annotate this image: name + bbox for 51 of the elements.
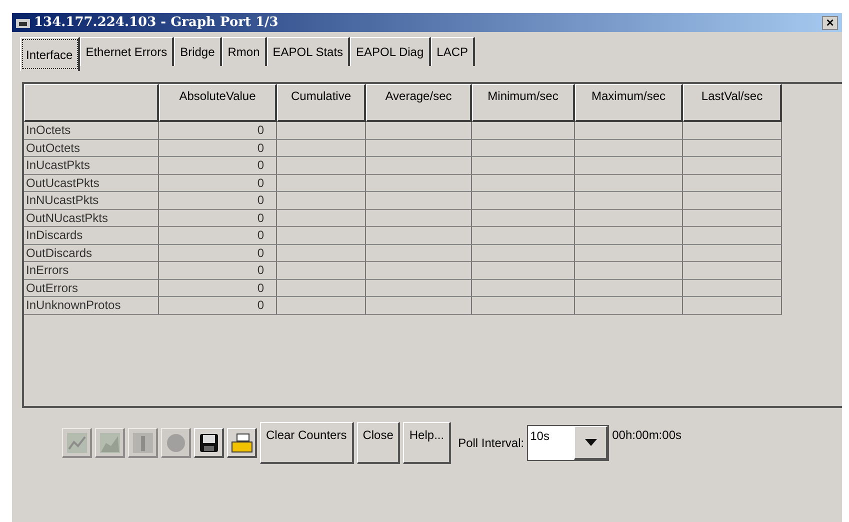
row-label: InNUcastPkts <box>24 192 159 210</box>
row-label: InDiscards <box>24 227 159 244</box>
printer-icon <box>230 432 254 454</box>
toolbar-button[interactable] <box>227 428 257 458</box>
elapsed-time: 00h:00m:00s <box>612 427 682 442</box>
table-cell: 0 <box>159 227 277 244</box>
close-button[interactable]: × <box>822 16 838 30</box>
table-cell: 0 <box>159 280 277 297</box>
tab[interactable]: EAPOL Stats <box>266 37 350 66</box>
column-header[interactable]: Minimum/sec <box>472 84 575 122</box>
tab[interactable]: LACP <box>430 37 475 66</box>
tab[interactable]: Ethernet Errors <box>80 37 174 66</box>
row-label: OutUcastPkts <box>24 174 159 192</box>
poll-interval-dropdown[interactable]: 10s <box>527 425 610 461</box>
row-label: InErrors <box>24 262 159 280</box>
dialog-button[interactable]: Clear Counters <box>260 422 354 464</box>
poll-interval-label: Poll Interval: <box>458 436 524 450</box>
column-header[interactable]: Cumulative <box>277 84 366 122</box>
row-label: OutErrors <box>24 280 159 297</box>
row-label: OutNUcastPkts <box>24 210 159 227</box>
column-header[interactable]: Average/sec <box>366 84 472 122</box>
table-cell: 0 <box>159 244 277 262</box>
table-cell: 0 <box>159 140 277 157</box>
dialog-button[interactable]: Close <box>356 422 400 464</box>
tab[interactable]: Interface <box>20 37 80 71</box>
dialog-button[interactable]: Help... <box>403 422 452 464</box>
table-cell: 0 <box>159 157 277 174</box>
window-title: 134.177.224.103 - Graph Port 1/3 <box>34 15 280 30</box>
tab[interactable]: Bridge <box>174 37 222 66</box>
tab[interactable]: EAPOL Diag <box>350 37 431 66</box>
row-label: InOctets <box>24 122 159 140</box>
tab[interactable]: Rmon <box>222 37 267 66</box>
caret-icon <box>584 439 597 446</box>
line-chart-icon <box>66 432 88 454</box>
table-cell: 0 <box>159 174 277 192</box>
table-cell: 0 <box>159 122 277 140</box>
column-header[interactable]: LastVal/sec <box>683 84 782 122</box>
table-cell: 0 <box>159 297 277 314</box>
column-header[interactable]: Maximum/sec <box>575 84 683 122</box>
row-label: InUcastPkts <box>24 157 159 174</box>
row-label: OutDiscards <box>24 244 159 262</box>
dropdown-button[interactable] <box>574 426 608 460</box>
row-label: InUnknownProtos <box>24 297 159 314</box>
column-header[interactable]: AbsoluteValue <box>159 84 277 122</box>
area-chart-icon <box>98 432 120 454</box>
table-cell: 0 <box>159 210 277 227</box>
save-icon <box>198 432 220 454</box>
table-cell: 0 <box>159 192 277 210</box>
toolbar-button[interactable] <box>194 428 224 458</box>
table-cell: 0 <box>159 262 277 280</box>
row-label: OutOctets <box>24 140 159 157</box>
